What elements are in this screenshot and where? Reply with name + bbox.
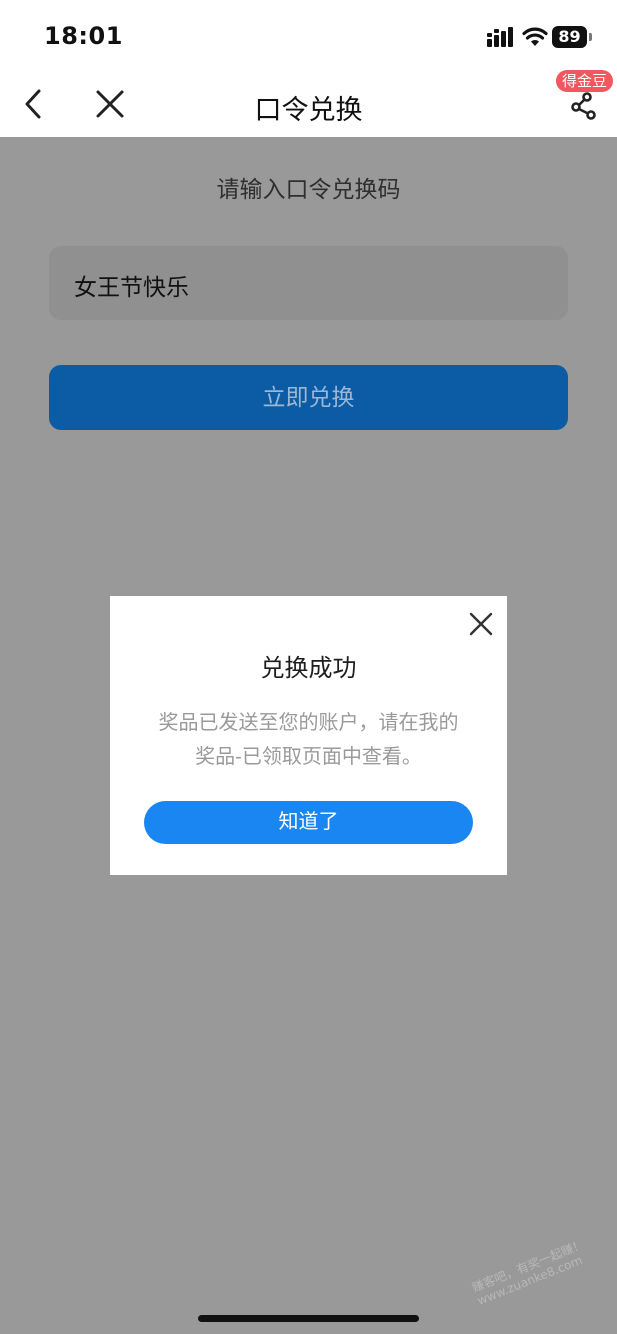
dialog-message-line-2: 奖品-已领取页面中查看。 <box>195 746 422 768</box>
watermark: 赚客吧，有奖一起赚！ www.zuanke8.com <box>470 1237 592 1308</box>
code-input-value: 女王节快乐 <box>74 274 189 300</box>
battery-level: 89 <box>558 27 581 46</box>
home-indicator[interactable] <box>198 1315 419 1322</box>
status-bar: 18:01 89 <box>0 0 617 70</box>
dialog-message-line-1: 奖品已发送至您的账户，请在我的 <box>158 712 459 734</box>
got-it-button[interactable]: 知道了 <box>144 801 473 844</box>
dialog-message: 奖品已发送至您的账户，请在我的 奖品-已领取页面中查看。 <box>130 706 487 774</box>
success-dialog: 兑换成功 奖品已发送至您的账户，请在我的 奖品-已领取页面中查看。 知道了 <box>110 596 507 875</box>
signal-icon <box>487 27 513 47</box>
dialog-title: 兑换成功 <box>260 655 357 682</box>
redeem-button[interactable]: 立即兑换 <box>49 365 568 430</box>
status-time: 18:01 <box>44 22 123 50</box>
gold-bean-badge[interactable]: 得金豆 <box>556 70 614 92</box>
page-title: 口令兑换 <box>254 95 363 125</box>
code-input[interactable]: 女王节快乐 <box>49 246 568 320</box>
wifi-icon <box>522 27 548 46</box>
code-prompt: 请输入口令兑换码 <box>216 176 401 202</box>
dialog-close-icon[interactable] <box>468 611 494 637</box>
battery-icon: 89 <box>552 26 592 48</box>
